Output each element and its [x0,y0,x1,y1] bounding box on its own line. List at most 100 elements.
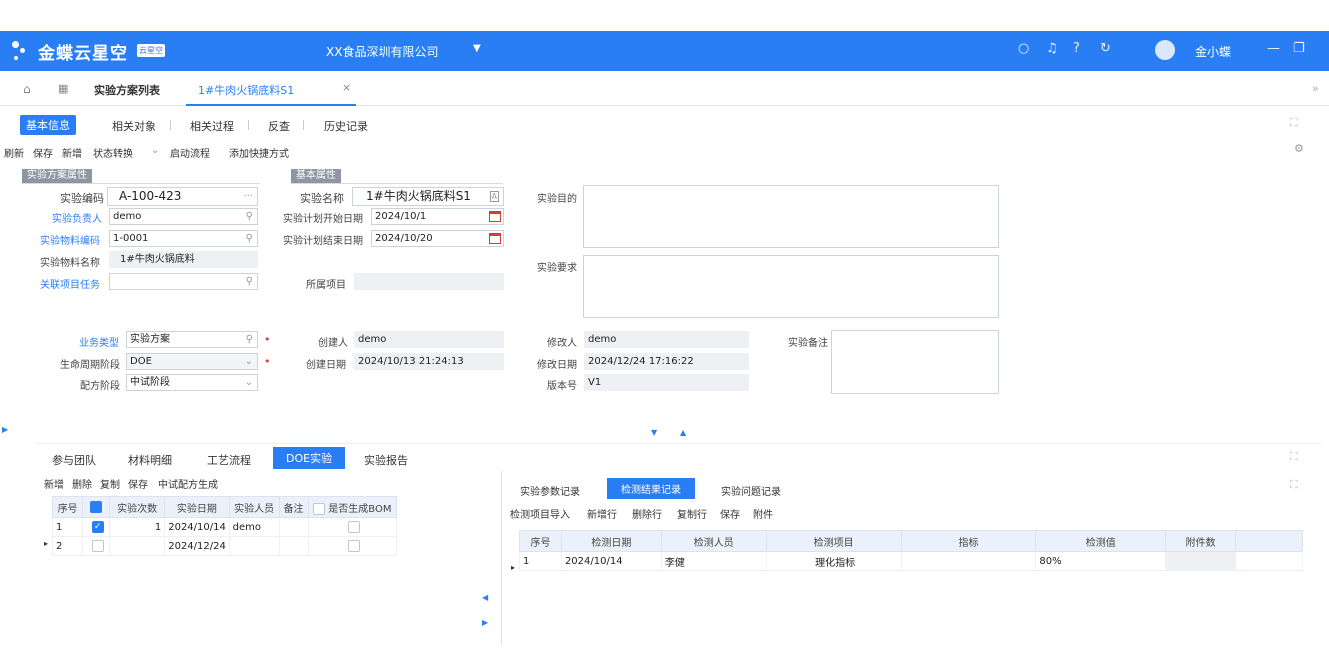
tab-materials[interactable]: 材料明细 [128,452,172,468]
attachment-button[interactable]: 附件 [753,506,773,521]
table-row[interactable]: 1 ✓ 1 2024/10/14 demo [51,517,398,537]
cell-person[interactable]: 李健 [660,551,767,571]
cell-seq[interactable]: 2 [51,536,84,556]
end-date-field[interactable]: 2024/10/20 [371,230,504,247]
left-copy-button[interactable]: 复制 [100,476,120,491]
task-field[interactable]: ⚲ [109,273,258,290]
refresh-button[interactable]: 刷新 [4,145,24,160]
cell-select[interactable]: ✓ [82,517,111,537]
bom-checkbox[interactable] [347,540,360,552]
cell-remark[interactable] [278,536,309,556]
name-field[interactable]: 1#牛肉火锅底料S1 A [352,187,504,206]
cell-value[interactable]: 80% [1035,551,1167,571]
subtab-related-process[interactable]: 相关过程 [190,118,234,134]
row-checkbox[interactable] [91,540,104,552]
add-shortcut-button[interactable]: 添加快捷方式 [229,145,289,160]
table-row[interactable]: 2 2024/12/24 [51,536,398,556]
search-icon[interactable]: ⚲ [246,209,253,224]
home-icon[interactable]: ⌂ [23,82,31,96]
subtab-related-objects[interactable]: 相关对象 [112,118,156,134]
cell-count[interactable]: 1 [109,517,166,537]
table-row[interactable]: 1 2024/10/14 李健 理化指标 80% [519,551,1303,571]
chevron-down-icon[interactable]: ⌄ [245,354,253,369]
cell-spec[interactable] [900,551,1037,571]
cell-select[interactable] [82,536,111,556]
pilot-formula-button[interactable]: 中试配方生成 [158,476,218,491]
col-select[interactable] [82,496,111,518]
tab-team[interactable]: 参与团队 [52,452,96,468]
refresh-icon[interactable]: ↻ [1100,41,1111,56]
cell-item[interactable]: 理化指标 [765,551,902,571]
remark-textarea[interactable] [831,330,999,394]
bom-checkbox[interactable] [347,521,360,533]
tab-doe[interactable]: DOE实验 [273,447,346,469]
avatar[interactable] [1155,40,1175,60]
lifecycle-select[interactable]: DOE ⌄ [126,353,258,370]
cell-bom[interactable] [307,536,398,556]
collapse-up-icon[interactable]: ▲ [680,428,686,437]
tab-list[interactable]: 实验方案列表 [94,82,160,98]
cell-seq[interactable]: 1 [51,517,84,537]
grid-icon[interactable]: ▦ [58,82,68,95]
cell-person[interactable] [228,536,280,556]
owner-field[interactable]: demo ⚲ [109,208,258,225]
cell-date[interactable]: 2024/10/14 [164,517,230,537]
copy-row-button[interactable]: 复制行 [677,506,707,521]
cell-bom[interactable] [307,517,398,537]
cell-seq[interactable]: 1 [519,551,562,571]
calendar-icon[interactable] [489,211,501,222]
tab-report[interactable]: 实验报告 [364,452,408,468]
start-flow-button[interactable]: 启动流程 [170,145,210,160]
cell-date[interactable]: 2024/12/24 [164,536,230,556]
user-name[interactable]: 金小蝶 [1195,43,1231,60]
row-checkbox[interactable]: ✓ [91,521,104,533]
tab-issues[interactable]: 实验问题记录 [721,483,781,498]
task-label[interactable]: 关联项目任务 [40,276,100,291]
new-button[interactable]: 新增 [62,145,82,160]
bell-icon[interactable]: ♫ [1046,41,1058,56]
collapse-right-icon[interactable]: ▶ [482,618,488,627]
left-save-button[interactable]: 保存 [128,476,148,491]
fullscreen-icon[interactable]: ⛶ [1290,450,1298,464]
fullscreen-icon[interactable]: ⛶ [1290,478,1298,492]
gear-icon[interactable]: ⚙ [1294,142,1304,155]
col-bom[interactable]: 是否生成BOM [307,496,398,518]
material-code-field[interactable]: 1-0001 ⚲ [109,230,258,247]
chevron-down-icon[interactable]: ⌄ [245,375,253,390]
expand-icon[interactable]: » [1312,82,1319,95]
bom-all-checkbox[interactable] [313,502,326,515]
import-items-button[interactable]: 检测项目导入 [510,506,570,521]
subtab-basic[interactable]: 基本信息 [20,115,76,135]
search-icon[interactable]: ⚲ [246,274,253,289]
search-icon[interactable]: ⚲ [246,231,253,246]
fullscreen-icon[interactable]: ⛶ [1290,116,1298,130]
chevron-down-icon[interactable]: ▼ [473,43,481,54]
select-all-checkbox[interactable] [90,501,103,513]
cell-count[interactable] [109,536,166,556]
material-code-label[interactable]: 实验物料编码 [40,232,100,247]
tab-params[interactable]: 实验参数记录 [520,483,580,498]
code-field[interactable]: A-100-423 ··· [107,187,258,206]
delete-row-button[interactable]: 删除行 [632,506,662,521]
calendar-icon[interactable] [489,233,501,244]
minimize-icon[interactable]: — [1267,41,1280,56]
subtab-reverse[interactable]: 反查 [268,118,290,134]
cell-date[interactable]: 2024/10/14 [560,551,662,571]
right-save-button[interactable]: 保存 [720,506,740,521]
tab-process[interactable]: 工艺流程 [207,452,251,468]
biz-type-label[interactable]: 业务类型 [79,334,119,349]
save-button[interactable]: 保存 [33,145,53,160]
restore-icon[interactable]: ❐ [1293,41,1305,56]
subtab-history[interactable]: 历史记录 [324,118,368,134]
left-delete-button[interactable]: 删除 [72,476,92,491]
tab-results[interactable]: 检测结果记录 [607,478,695,499]
formula-stage-select[interactable]: 中试阶段 ⌄ [126,374,258,391]
owner-label[interactable]: 实验负责人 [52,210,102,225]
biz-type-field[interactable]: 实验方案 ⚲ [126,331,258,348]
side-expand-icon[interactable]: ▶ [2,425,8,434]
collapse-down-icon[interactable]: ▼ [651,428,657,437]
tab-active[interactable]: 1#牛肉火锅底料S1 × [186,71,356,106]
search-icon[interactable]: ⚲ [246,332,253,347]
requirement-textarea[interactable] [583,255,999,318]
cell-remark[interactable] [278,517,309,537]
